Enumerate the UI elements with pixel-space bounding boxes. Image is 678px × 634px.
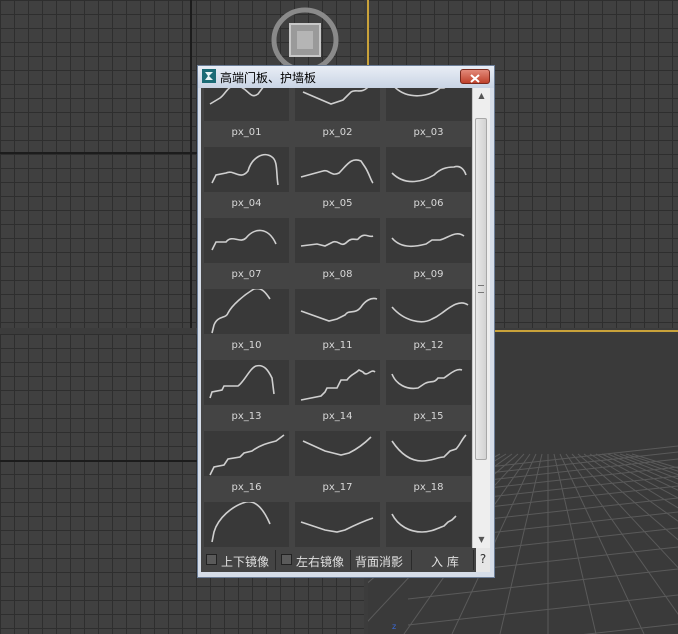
profile-curve-icon xyxy=(300,297,378,322)
profile-label: px_02 xyxy=(322,127,353,138)
profile-curve-icon xyxy=(300,159,374,184)
divider xyxy=(350,550,351,570)
profile-thumbnail[interactable] xyxy=(386,431,471,476)
mirror-vertical-label[interactable]: 上下镜像 xyxy=(221,553,269,570)
scroll-grip-icon xyxy=(478,285,484,293)
profile-label: px_05 xyxy=(322,198,353,209)
profile-thumbnail[interactable] xyxy=(295,88,380,121)
profile-curve-icon xyxy=(211,153,279,186)
profile-label: px_10 xyxy=(231,340,262,351)
profile-label: px_11 xyxy=(322,340,353,351)
profile-label: px_04 xyxy=(231,198,262,209)
close-button[interactable] xyxy=(460,69,490,84)
profile-label: px_14 xyxy=(322,411,353,422)
profile-label: px_06 xyxy=(413,198,444,209)
profile-thumbnail[interactable] xyxy=(204,431,289,476)
3dsmax-logo-icon xyxy=(202,69,216,83)
divider xyxy=(275,550,276,570)
profile-curve-icon xyxy=(391,513,457,533)
vertical-scrollbar[interactable]: ▲ ▼ xyxy=(472,88,490,548)
profile-thumbnail[interactable] xyxy=(204,289,289,334)
profile-curve-icon xyxy=(209,434,285,476)
scroll-up-arrow-icon[interactable]: ▲ xyxy=(473,88,490,104)
profile-label: px_12 xyxy=(413,340,444,351)
scroll-down-arrow-icon[interactable]: ▼ xyxy=(473,532,490,548)
profile-thumbnail[interactable] xyxy=(386,502,471,547)
profile-thumbnail[interactable] xyxy=(204,502,289,547)
profile-curve-icon xyxy=(211,289,271,334)
profile-curve-icon xyxy=(211,229,277,251)
profile-thumbnail[interactable] xyxy=(386,360,471,405)
profile-thumbnail[interactable] xyxy=(204,218,289,263)
profile-thumbnail[interactable] xyxy=(295,218,380,263)
profile-label: px_03 xyxy=(413,127,444,138)
profile-label: px_17 xyxy=(322,482,353,493)
profile-curve-icon xyxy=(300,517,374,533)
profile-library-window[interactable]: 高端门板、护墙板 px_01 px_02 px_03 px_04 px_05 px_06 p… xyxy=(197,65,495,578)
title-bar[interactable]: 高端门板、护墙板 xyxy=(198,66,494,88)
mirror-horizontal-label[interactable]: 左右镜像 xyxy=(296,553,344,570)
profile-thumbnail[interactable] xyxy=(295,360,380,405)
divider xyxy=(411,550,412,570)
viewcube-icon[interactable] xyxy=(270,4,340,74)
profile-thumbnail[interactable] xyxy=(386,218,471,263)
profile-thumbnail[interactable] xyxy=(295,431,380,476)
mirror-vertical-checkbox[interactable] xyxy=(206,554,217,565)
profile-label: px_13 xyxy=(231,411,262,422)
profile-grid[interactable]: px_01 px_02 px_03 px_04 px_05 px_06 px_07 px_08… xyxy=(201,88,472,548)
profile-curve-icon xyxy=(391,368,463,390)
z-axis-label: z xyxy=(392,622,397,631)
import-button[interactable]: 入 库 xyxy=(431,553,459,570)
profile-curve-icon xyxy=(302,88,369,105)
profile-label: px_07 xyxy=(231,269,262,280)
backface-cull-button[interactable]: 背面消影 xyxy=(355,553,403,570)
profile-thumbnail[interactable] xyxy=(204,88,289,121)
profile-label: px_16 xyxy=(231,482,262,493)
profile-curve-icon xyxy=(391,233,465,248)
profile-thumbnail[interactable] xyxy=(204,147,289,192)
profile-curve-icon xyxy=(209,364,275,399)
divider xyxy=(473,550,474,570)
mirror-horizontal-checkbox[interactable] xyxy=(281,554,292,565)
profile-curve-icon xyxy=(391,302,469,323)
profile-curve-icon xyxy=(300,369,376,401)
close-icon xyxy=(470,74,480,83)
profile-curve-icon xyxy=(211,502,271,543)
profile-curve-icon xyxy=(391,165,467,183)
profile-curve-icon xyxy=(209,88,264,105)
profile-curve-icon xyxy=(391,434,467,462)
profile-curve-icon xyxy=(394,88,446,97)
profile-label: px_08 xyxy=(322,269,353,280)
profile-thumbnail[interactable] xyxy=(386,289,471,334)
profile-curve-icon xyxy=(300,234,374,247)
profile-thumbnail[interactable] xyxy=(386,88,471,121)
profile-thumbnail[interactable] xyxy=(295,147,380,192)
help-button[interactable]: ? xyxy=(476,548,490,572)
profile-label: px_09 xyxy=(413,269,444,280)
profile-thumbnail[interactable] xyxy=(295,502,380,547)
profile-label: px_15 xyxy=(413,411,444,422)
profile-thumbnail[interactable] xyxy=(386,147,471,192)
window-title: 高端门板、护墙板 xyxy=(220,71,317,85)
profile-label: px_01 xyxy=(231,127,262,138)
profile-curve-icon xyxy=(302,436,372,456)
grid-axis-line xyxy=(190,0,192,328)
options-bar: 上下镜像 左右镜像 背面消影 入 库 ? xyxy=(201,548,490,572)
profile-label: px_18 xyxy=(413,482,444,493)
scroll-thumb[interactable] xyxy=(475,118,487,460)
profile-thumbnail[interactable] xyxy=(295,289,380,334)
profile-thumbnail[interactable] xyxy=(204,360,289,405)
